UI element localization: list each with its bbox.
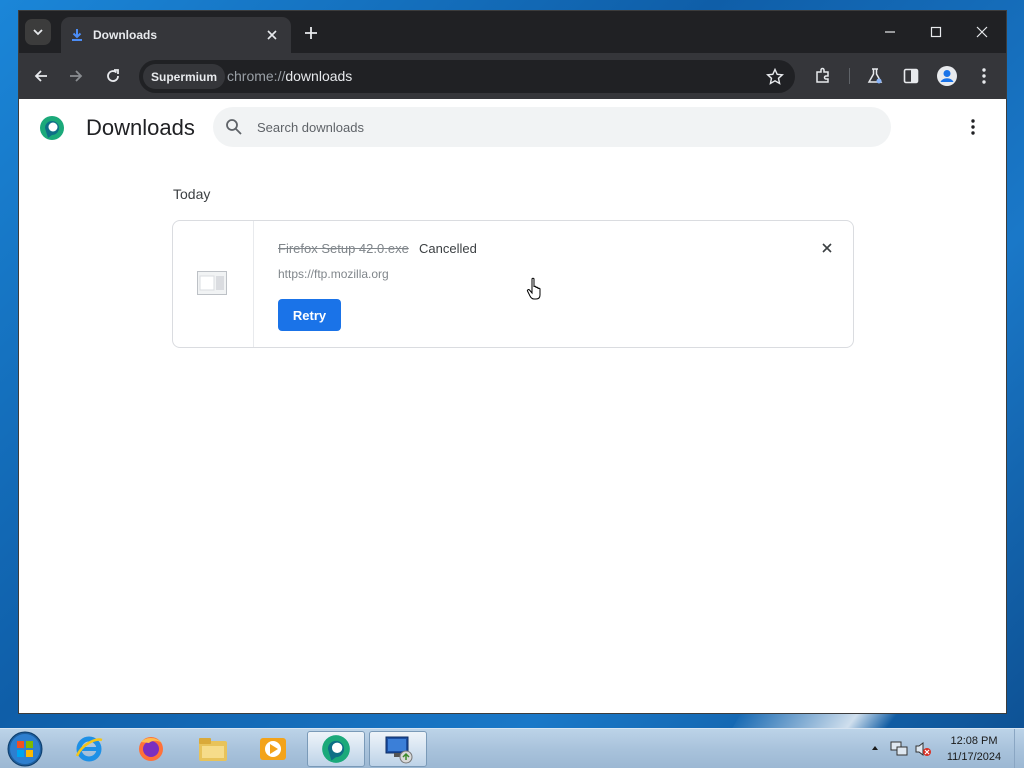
internet-explorer-icon bbox=[75, 736, 103, 762]
tab-search-button[interactable] bbox=[25, 19, 51, 45]
kebab-menu-icon bbox=[971, 119, 975, 135]
windows-logo-icon bbox=[7, 731, 43, 767]
browser-window: Downloads Supermium chrome://downloads D… bbox=[18, 10, 1007, 714]
forward-button[interactable] bbox=[62, 62, 90, 90]
profile-button[interactable] bbox=[933, 62, 961, 90]
browser-toolbar: Supermium chrome://downloads bbox=[19, 53, 1006, 99]
downloads-menu-button[interactable] bbox=[961, 115, 985, 139]
bookmark-star-icon[interactable] bbox=[763, 65, 787, 89]
search-box[interactable] bbox=[213, 107, 891, 147]
flask-icon bbox=[867, 68, 883, 84]
side-panel-icon bbox=[903, 68, 919, 84]
taskbar-firefox[interactable] bbox=[122, 731, 180, 767]
back-button[interactable] bbox=[27, 62, 55, 90]
arrow-right-icon bbox=[70, 70, 83, 82]
search-input[interactable] bbox=[257, 117, 857, 137]
taskbar-supermium[interactable] bbox=[307, 731, 365, 767]
minimize-button[interactable] bbox=[867, 19, 913, 45]
clock[interactable]: 12:08 PM 11/17/2024 bbox=[934, 733, 1014, 765]
plus-icon bbox=[305, 27, 317, 39]
download-icon-column bbox=[173, 221, 254, 347]
tab-strip: Downloads bbox=[19, 11, 1006, 53]
download-item: Firefox Setup 42.0.exe Cancelled https:/… bbox=[172, 220, 854, 348]
file-icon bbox=[197, 271, 227, 295]
downloads-page: Downloads Today Firefox Setup 42.0.exe C… bbox=[19, 99, 1006, 713]
close-icon bbox=[976, 26, 988, 38]
address-bar[interactable]: Supermium chrome://downloads bbox=[139, 60, 795, 93]
network-icon[interactable] bbox=[890, 740, 908, 758]
supermium-icon bbox=[322, 735, 350, 763]
reload-button[interactable] bbox=[99, 62, 127, 90]
show-desktop-button[interactable] bbox=[1014, 729, 1024, 768]
folder-icon bbox=[199, 738, 227, 761]
taskbar: 12:08 PM 11/17/2024 bbox=[0, 728, 1024, 768]
taskbar-remote-desktop[interactable] bbox=[369, 731, 427, 767]
media-player-icon bbox=[260, 738, 286, 760]
reload-icon bbox=[107, 69, 119, 82]
extensions-button[interactable] bbox=[809, 62, 837, 90]
taskbar-media-player[interactable] bbox=[244, 731, 302, 767]
start-button[interactable] bbox=[5, 730, 45, 768]
tab-title: Downloads bbox=[93, 28, 158, 42]
side-panel-button[interactable] bbox=[897, 62, 925, 90]
browser-menu-button[interactable] bbox=[970, 62, 998, 90]
chevron-down-icon bbox=[33, 29, 43, 36]
tab-close-icon[interactable] bbox=[261, 24, 283, 46]
hand-cursor-icon bbox=[526, 277, 541, 300]
new-tab-button[interactable] bbox=[299, 21, 323, 45]
clock-date: 11/17/2024 bbox=[946, 751, 1002, 763]
taskbar-file-explorer[interactable] bbox=[184, 731, 242, 767]
tab-downloads[interactable]: Downloads bbox=[61, 17, 291, 53]
download-status: Cancelled bbox=[419, 241, 477, 256]
date-header: Today bbox=[173, 186, 211, 202]
close-window-button[interactable] bbox=[959, 19, 1005, 45]
url-text[interactable]: chrome://downloads bbox=[227, 68, 352, 84]
puzzle-icon bbox=[816, 67, 829, 83]
supermium-logo-icon bbox=[39, 115, 65, 141]
remote-desktop-icon bbox=[385, 736, 413, 764]
taskbar-internet-explorer[interactable] bbox=[60, 731, 118, 767]
minimize-icon bbox=[885, 31, 895, 33]
firefox-icon bbox=[139, 737, 163, 761]
download-filename[interactable]: Firefox Setup 42.0.exe bbox=[278, 241, 409, 256]
maximize-button[interactable] bbox=[913, 19, 959, 45]
maximize-icon bbox=[930, 26, 942, 38]
page-title: Downloads bbox=[86, 115, 195, 140]
arrow-left-icon bbox=[34, 70, 47, 82]
download-source-url[interactable]: https://ftp.mozilla.org bbox=[278, 267, 389, 281]
url-scheme: chrome:// bbox=[227, 68, 286, 84]
toolbar-divider bbox=[849, 68, 850, 84]
avatar-icon bbox=[937, 66, 957, 86]
labs-button[interactable] bbox=[861, 62, 889, 90]
kebab-menu-icon bbox=[982, 68, 986, 84]
url-host: downloads bbox=[285, 68, 353, 84]
search-icon bbox=[226, 119, 242, 135]
show-hidden-icons-icon[interactable] bbox=[870, 743, 880, 753]
retry-button[interactable]: Retry bbox=[278, 299, 341, 331]
remove-download-icon[interactable] bbox=[816, 237, 838, 259]
site-chip[interactable]: Supermium bbox=[143, 64, 226, 89]
volume-muted-icon[interactable] bbox=[914, 740, 932, 758]
clock-time: 12:08 PM bbox=[950, 735, 998, 747]
download-icon bbox=[69, 27, 85, 43]
